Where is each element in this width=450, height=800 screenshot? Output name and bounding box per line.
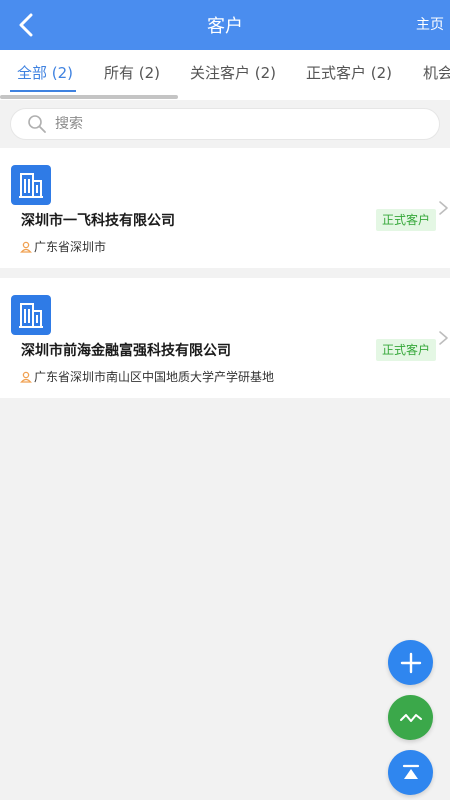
back-to-top-button[interactable] <box>388 750 433 795</box>
chevron-right-icon <box>439 201 448 215</box>
add-customer-button[interactable] <box>388 640 433 685</box>
location-person-icon <box>20 371 32 383</box>
tab-followed[interactable]: 关注客户 (2) <box>190 50 276 96</box>
search-box[interactable] <box>10 108 440 140</box>
search-icon <box>27 114 47 134</box>
tab-opportunity[interactable]: 机会 <box>423 50 450 96</box>
customer-list-screen: 客户 主页 全部 (2) 所有 (2) 关注客户 (2) 正式客户 (2) 机会 <box>0 0 450 800</box>
back-button[interactable] <box>6 5 46 45</box>
building-icon <box>11 295 51 335</box>
customer-address: 广东省深圳市南山区中国地质大学产学研基地 <box>20 368 274 385</box>
customer-name: 深圳市一飞科技有限公司 <box>21 213 175 229</box>
back-to-top-icon <box>402 764 419 779</box>
app-header: 客户 主页 <box>0 0 450 50</box>
address-text: 广东省深圳市 <box>34 240 107 254</box>
status-badge: 正式客户 <box>375 209 436 231</box>
location-person-icon <box>20 241 32 253</box>
home-link[interactable]: 主页 <box>416 0 444 50</box>
plus-icon <box>400 652 421 673</box>
customer-card[interactable]: 深圳市前海金融富强科技有限公司 正式客户 广东省深圳市南山区中国地质大学产学研基… <box>0 278 450 398</box>
tab-owned[interactable]: 所有 (2) <box>104 50 160 96</box>
customer-address: 广东省深圳市 <box>20 238 106 255</box>
chevron-left-icon <box>19 13 33 37</box>
status-badge: 正式客户 <box>375 339 436 361</box>
trend-button[interactable] <box>388 695 433 740</box>
customer-card[interactable]: 深圳市一飞科技有限公司 正式客户 广东省深圳市 <box>0 148 450 268</box>
customer-name: 深圳市前海金融富强科技有限公司 <box>21 343 231 359</box>
page-title: 客户 <box>207 16 243 37</box>
active-tab-indicator <box>10 90 76 92</box>
filter-tabs: 全部 (2) 所有 (2) 关注客户 (2) 正式客户 (2) 机会 <box>0 50 450 100</box>
address-text: 广东省深圳市南山区中国地质大学产学研基地 <box>34 370 275 384</box>
building-icon <box>11 165 51 205</box>
chevron-right-icon <box>439 331 448 345</box>
search-input[interactable] <box>55 116 439 132</box>
tab-scrollbar-thumb[interactable] <box>0 95 178 99</box>
search-bar <box>0 100 450 148</box>
trend-icon <box>399 713 422 722</box>
tab-formal[interactable]: 正式客户 (2) <box>306 50 392 96</box>
